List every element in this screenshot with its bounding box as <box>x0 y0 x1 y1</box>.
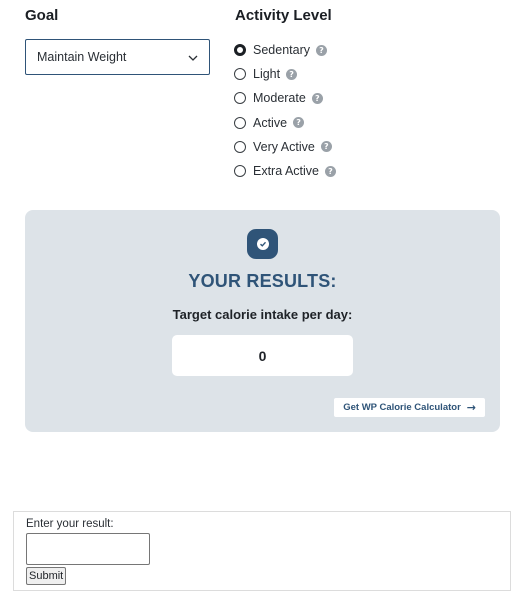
help-icon[interactable]: ? <box>286 68 298 80</box>
check-badge-icon <box>247 229 278 259</box>
get-calculator-link[interactable]: Get WP Calorie Calculator → <box>334 398 485 417</box>
result-input[interactable] <box>26 533 150 565</box>
radio-active[interactable] <box>234 116 246 129</box>
activity-option-sedentary[interactable]: Sedentary ? <box>234 38 336 62</box>
activity-option-moderate[interactable]: Moderate ? <box>234 86 336 110</box>
activity-level-title: Activity Level <box>235 7 332 24</box>
radio-very-active[interactable] <box>234 140 246 153</box>
activity-option-very-active[interactable]: Very Active ? <box>234 135 336 159</box>
radio-extra-active[interactable] <box>234 165 246 178</box>
help-icon[interactable]: ? <box>320 141 332 153</box>
results-title: YOUR RESULTS: <box>188 271 337 291</box>
submit-button[interactable]: Submit <box>26 567 67 585</box>
activity-option-label: Active <box>253 115 288 130</box>
activity-option-label: Very Active <box>253 139 315 154</box>
result-form-label: Enter your result: <box>26 518 114 530</box>
help-icon[interactable]: ? <box>325 165 336 177</box>
results-card: YOUR RESULTS: Target calorie intake per … <box>25 210 500 432</box>
goal-title: Goal <box>25 7 59 24</box>
radio-moderate[interactable] <box>234 92 246 105</box>
activity-option-label: Light <box>253 67 281 82</box>
arrow-right-icon: → <box>466 401 476 414</box>
help-icon[interactable]: ? <box>315 44 327 56</box>
goal-select[interactable]: Maintain Weight <box>25 39 210 75</box>
get-calculator-label: Get WP Calorie Calculator <box>343 402 461 413</box>
radio-sedentary[interactable] <box>234 44 246 57</box>
activity-option-label: Sedentary <box>253 43 310 58</box>
activity-level-options: Sedentary ? Light ? Moderate ? Active ? … <box>234 38 336 183</box>
result-form: Enter your result: Submit <box>13 511 511 591</box>
calorie-result-value: 0 <box>172 335 353 376</box>
radio-light[interactable] <box>234 68 246 81</box>
activity-option-label: Extra Active <box>253 164 319 179</box>
activity-option-light[interactable]: Light ? <box>234 62 336 86</box>
help-icon[interactable]: ? <box>293 117 305 129</box>
activity-option-active[interactable]: Active ? <box>234 111 336 135</box>
target-calorie-label: Target calorie intake per day: <box>172 307 353 322</box>
activity-option-extra-active[interactable]: Extra Active ? <box>234 159 336 183</box>
goal-select-value: Maintain Weight <box>37 50 127 64</box>
help-icon[interactable]: ? <box>311 92 323 104</box>
chevron-down-icon <box>188 55 198 61</box>
activity-option-label: Moderate <box>253 91 306 106</box>
